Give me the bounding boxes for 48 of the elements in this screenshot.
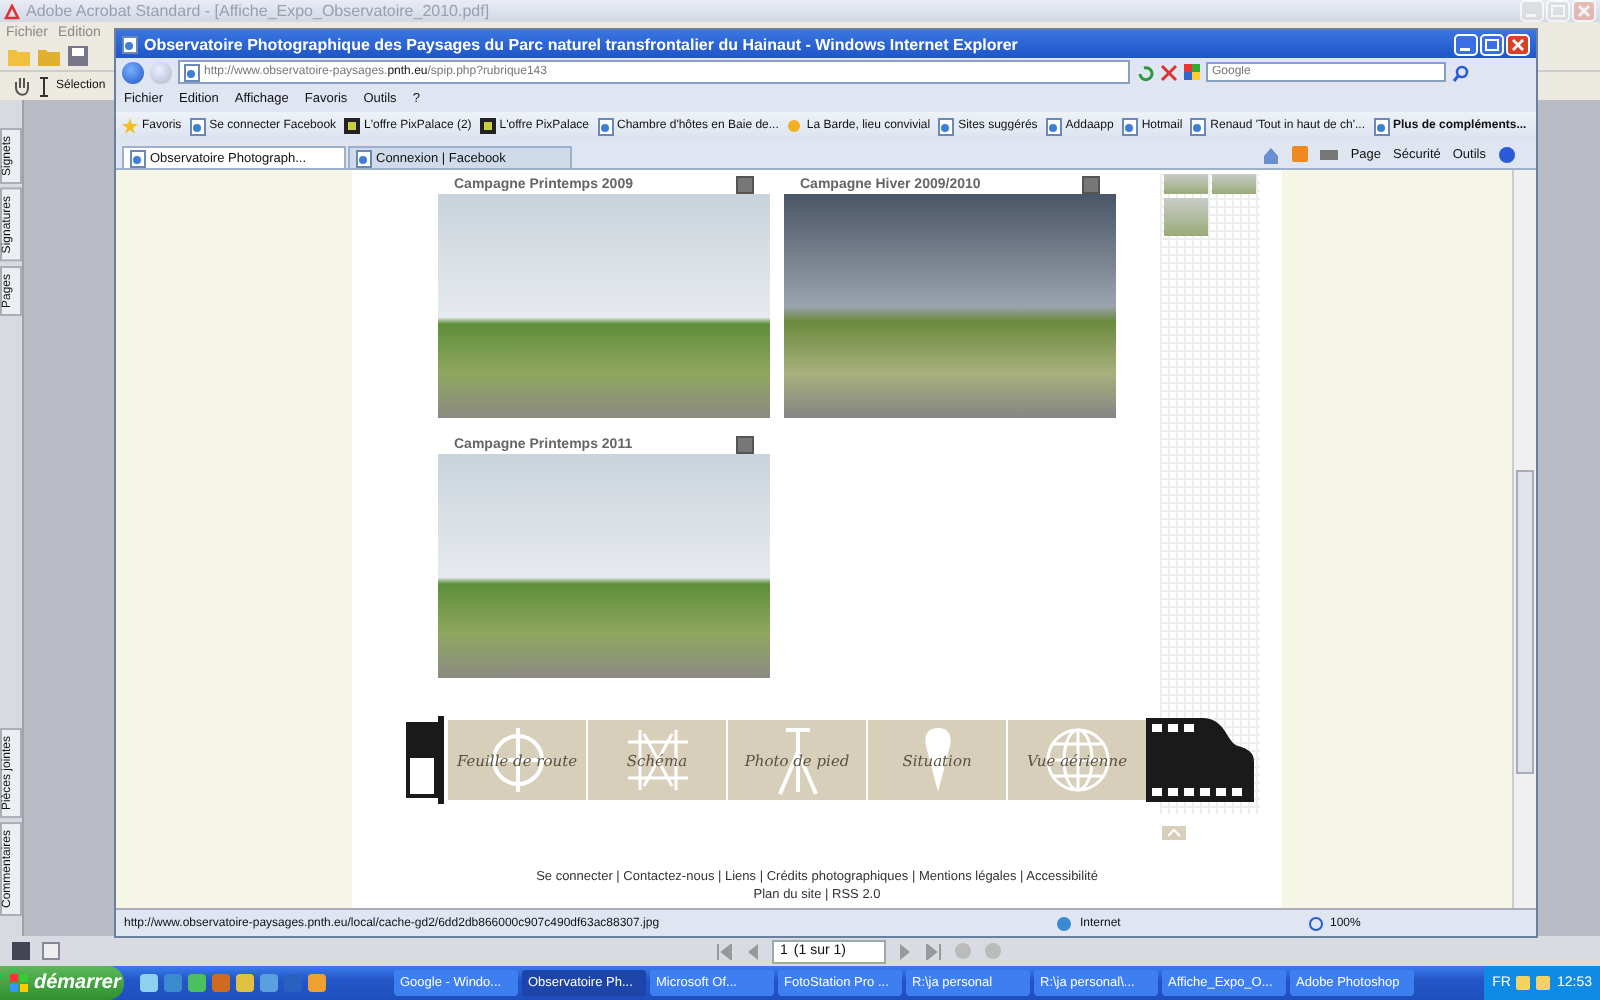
- print-icon[interactable]: [1320, 146, 1339, 162]
- photo-placeholder[interactable]: [438, 454, 770, 678]
- refresh-icon[interactable]: [1136, 63, 1154, 81]
- grid-sketch-icon: [623, 726, 691, 794]
- previous-page-icon[interactable]: [744, 943, 760, 959]
- sun-icon: [786, 118, 803, 134]
- page-icon: [1045, 117, 1062, 135]
- minimize-icon[interactable]: [1454, 33, 1478, 55]
- window-title: Observatoire Photographique des Paysages du Parc naturel transfrontalier du Hainaut - Windows Internet Explorer: [144, 35, 1020, 53]
- acrobat-icon: [4, 3, 20, 19]
- back-to-top-icon[interactable]: [1162, 826, 1186, 840]
- photo-placeholder[interactable]: [784, 194, 1116, 418]
- page-icon: [1373, 117, 1390, 135]
- app-icon: [479, 118, 496, 134]
- photo-placeholder[interactable]: [438, 194, 770, 418]
- app-icon: [344, 118, 361, 134]
- page-layout-icon[interactable]: [42, 942, 60, 960]
- last-page-icon[interactable]: [926, 943, 942, 959]
- search-provider-icon: [1184, 64, 1200, 80]
- star-icon: [122, 118, 138, 134]
- scrollbar[interactable]: [1512, 170, 1536, 908]
- thumbnail-placeholder[interactable]: [1164, 174, 1208, 194]
- film-canister-drawing: [402, 714, 446, 806]
- page-icon: [189, 117, 206, 135]
- windows-logo-icon: [10, 974, 28, 992]
- page-icon: [597, 117, 614, 135]
- page-icon: [184, 63, 200, 81]
- page-icon: [130, 149, 146, 167]
- thumbnail-placeholder[interactable]: [1212, 174, 1256, 194]
- thumbnail-placeholder[interactable]: [1164, 198, 1208, 236]
- feed-icon[interactable]: [1292, 146, 1309, 162]
- next-page-icon[interactable]: [898, 943, 914, 959]
- search-icon[interactable]: [1452, 63, 1470, 81]
- home-icon[interactable]: [1262, 145, 1281, 163]
- page-icon: [1121, 117, 1138, 135]
- close-icon[interactable]: [1160, 63, 1178, 81]
- back-button[interactable]: [122, 61, 144, 83]
- text-cursor-icon[interactable]: [38, 75, 50, 97]
- maximize-icon[interactable]: [1480, 33, 1504, 55]
- window-title: Adobe Acrobat Standard - [Affiche_Expo_Observatoire_2010.pdf]: [26, 2, 492, 20]
- page-icon: [938, 117, 955, 135]
- zoom-icon[interactable]: [1308, 915, 1324, 931]
- folder-icon[interactable]: [8, 46, 30, 66]
- page-icon: [1190, 117, 1207, 135]
- ie-icon: [122, 35, 138, 53]
- save-icon[interactable]: [68, 46, 88, 66]
- folder-icon[interactable]: [38, 46, 60, 66]
- first-page-icon[interactable]: [716, 943, 732, 959]
